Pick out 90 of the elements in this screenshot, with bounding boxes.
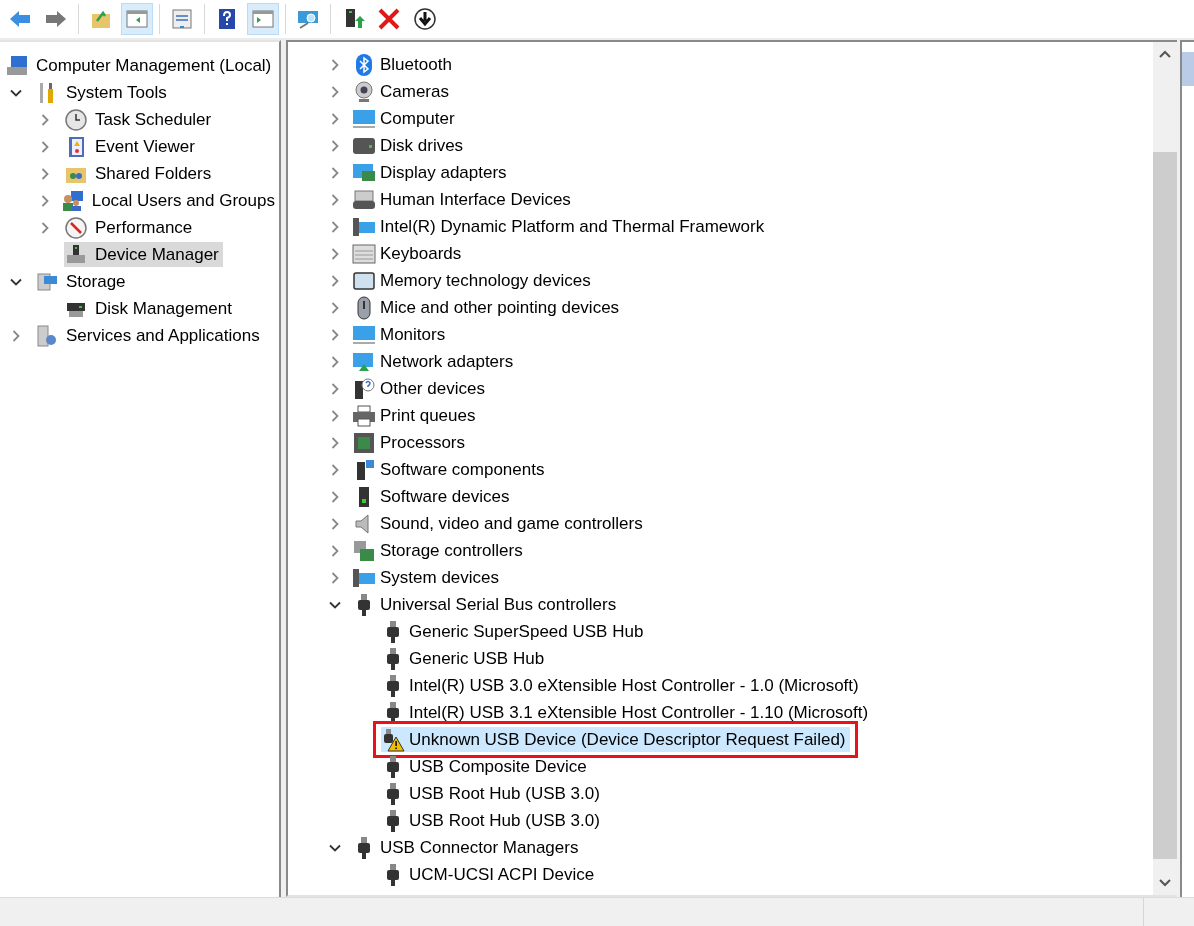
device-category[interactable]: Monitors bbox=[352, 322, 450, 347]
device-item[interactable]: Intel(R) USB 3.0 eXtensible Host Controller - 1.0 (Microsoft) bbox=[381, 673, 863, 698]
expand-icon[interactable] bbox=[329, 58, 341, 71]
expand-icon[interactable] bbox=[329, 490, 341, 503]
scrollbar-thumb[interactable] bbox=[1153, 152, 1177, 859]
expand-icon[interactable] bbox=[329, 355, 341, 368]
tree-item[interactable]: Task Scheduler bbox=[64, 107, 216, 132]
scrollbar[interactable] bbox=[1153, 42, 1177, 895]
properties-icon bbox=[170, 7, 194, 31]
expand-icon[interactable] bbox=[329, 544, 341, 557]
expand-icon[interactable] bbox=[329, 247, 341, 260]
expand-icon[interactable] bbox=[10, 329, 22, 342]
scroll-down-icon[interactable] bbox=[1159, 879, 1171, 887]
tree-item[interactable]: Shared Folders bbox=[64, 161, 216, 186]
tree-item[interactable]: Services and Applications bbox=[35, 323, 264, 348]
clock-icon bbox=[64, 107, 88, 132]
expand-icon[interactable] bbox=[329, 193, 341, 206]
device-item[interactable]: UCM-UCSI ACPI Device bbox=[381, 862, 599, 887]
webcam-icon bbox=[352, 79, 376, 104]
download-icon bbox=[413, 7, 437, 31]
tree-item[interactable]: Computer Management (Local) bbox=[5, 53, 276, 78]
gauge-icon bbox=[64, 215, 88, 240]
tree-item[interactable]: Disk Management bbox=[64, 296, 236, 321]
device-category[interactable]: Universal Serial Bus controllers bbox=[352, 592, 621, 617]
expand-icon[interactable] bbox=[329, 463, 341, 476]
users-icon bbox=[60, 188, 85, 213]
device-category[interactable]: USB Connector Managers bbox=[352, 835, 583, 860]
unknown-device-icon bbox=[352, 376, 376, 401]
scroll-up-icon[interactable] bbox=[1159, 50, 1171, 58]
input-device-icon bbox=[352, 187, 376, 212]
device-category[interactable]: Mice and other pointing devices bbox=[352, 295, 624, 320]
expand-icon[interactable] bbox=[329, 274, 341, 287]
expand-icon[interactable] bbox=[329, 517, 341, 530]
printer-icon bbox=[352, 403, 376, 428]
device-category[interactable]: Intel(R) Dynamic Platform and Thermal Framework bbox=[352, 214, 769, 239]
tree-item[interactable]: Performance bbox=[64, 215, 197, 240]
expand-icon[interactable] bbox=[329, 382, 341, 395]
device-category[interactable]: Software devices bbox=[352, 484, 514, 509]
device-category[interactable]: Storage controllers bbox=[352, 538, 527, 563]
services-icon bbox=[35, 323, 59, 348]
device-category[interactable]: System devices bbox=[352, 565, 504, 590]
device-category[interactable]: Cameras bbox=[352, 79, 453, 104]
device-item[interactable]: USB Composite Device bbox=[381, 754, 591, 779]
expand-icon[interactable] bbox=[39, 140, 51, 153]
expand-icon[interactable] bbox=[329, 328, 341, 341]
device-category[interactable]: Other devices bbox=[352, 376, 489, 401]
device-item[interactable]: Generic SuperSpeed USB Hub bbox=[381, 619, 648, 644]
expand-icon[interactable] bbox=[39, 113, 51, 126]
device-category[interactable]: Sound, video and game controllers bbox=[352, 511, 647, 536]
processor-icon bbox=[352, 430, 376, 455]
device-item[interactable]: USB Root Hub (USB 3.0) bbox=[381, 781, 604, 806]
pane-icon bbox=[125, 7, 149, 31]
expand-icon[interactable] bbox=[39, 221, 51, 234]
device-category[interactable]: Software components bbox=[352, 457, 549, 482]
expand-icon[interactable] bbox=[329, 220, 341, 233]
device-category[interactable]: Display adapters bbox=[352, 160, 511, 185]
device-category[interactable]: Print queues bbox=[352, 403, 480, 428]
tree-item[interactable]: System Tools bbox=[35, 80, 171, 105]
tree-item[interactable]: Event Viewer bbox=[64, 134, 199, 159]
device-category[interactable]: Network adapters bbox=[352, 349, 518, 374]
device-category[interactable]: Processors bbox=[352, 430, 470, 455]
tree-item[interactable]: Storage bbox=[35, 269, 130, 294]
expand-icon[interactable] bbox=[329, 301, 341, 314]
storage-controller-icon bbox=[352, 538, 376, 563]
device-category[interactable]: Keyboards bbox=[352, 241, 466, 266]
keyboard-icon bbox=[352, 241, 376, 266]
device-item[interactable]: USB Root Hub (USB 3.0) bbox=[381, 808, 604, 833]
device-item[interactable]: Unknown USB Device (Device Descriptor Request Failed) bbox=[381, 727, 850, 752]
expand-icon[interactable] bbox=[39, 167, 51, 180]
expand-icon[interactable] bbox=[329, 166, 341, 179]
device-item[interactable]: Intel(R) USB 3.1 eXtensible Host Controller - 1.10 (Microsoft) bbox=[381, 700, 873, 725]
device-category[interactable]: Memory technology devices bbox=[352, 268, 595, 293]
expand-icon[interactable] bbox=[329, 139, 341, 152]
device-category[interactable]: Bluetooth bbox=[352, 52, 456, 77]
delete-icon bbox=[377, 7, 401, 31]
device-category[interactable]: Disk drives bbox=[352, 133, 468, 158]
expand-icon[interactable] bbox=[329, 409, 341, 422]
expand-icon[interactable] bbox=[329, 85, 341, 98]
tree-item[interactable]: Device Manager bbox=[64, 242, 223, 267]
expand-icon[interactable] bbox=[329, 571, 341, 584]
device-category[interactable]: Computer bbox=[352, 106, 459, 131]
expand-icon[interactable] bbox=[329, 436, 341, 449]
computer-icon bbox=[5, 53, 29, 78]
usb-plug-warning-icon bbox=[381, 727, 405, 752]
tree-item[interactable]: Local Users and Groups bbox=[60, 188, 279, 213]
device-item[interactable]: Generic USB Hub bbox=[381, 646, 549, 671]
pane-icon bbox=[251, 7, 275, 31]
expand-icon[interactable] bbox=[39, 194, 51, 207]
device-category[interactable]: Human Interface Devices bbox=[352, 187, 575, 212]
expand-icon[interactable] bbox=[329, 112, 341, 125]
